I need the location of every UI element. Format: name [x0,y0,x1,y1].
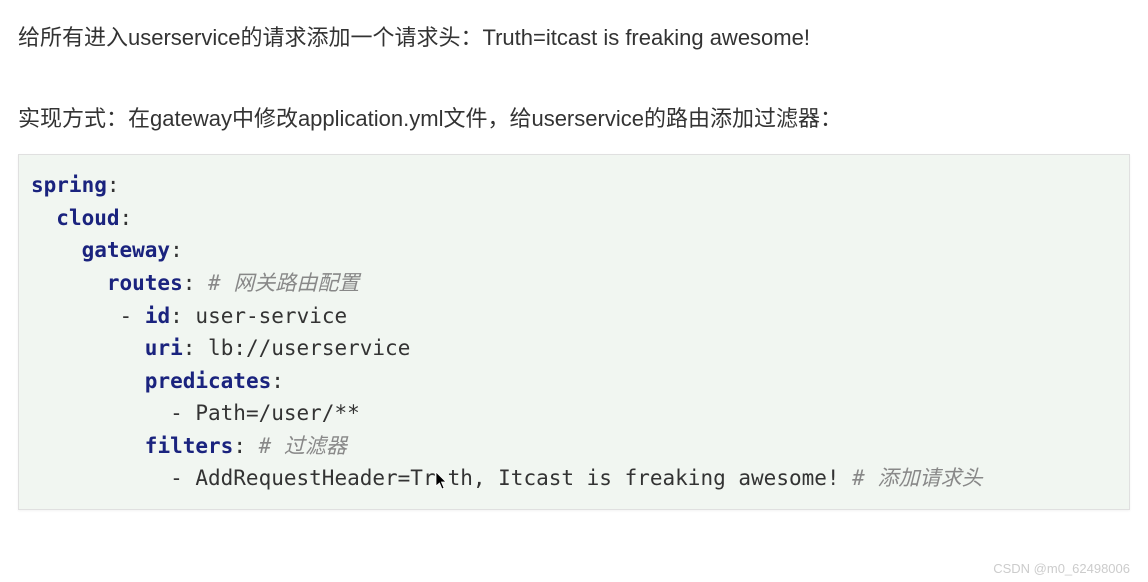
key-gateway: gateway [82,238,171,262]
mouse-cursor-icon [435,472,449,490]
colon: : [170,304,183,328]
colon: : [107,173,120,197]
value-uri: lb://userservice [208,336,410,360]
key-spring: spring [31,173,107,197]
key-uri: uri [145,336,183,360]
colon: : [183,271,196,295]
sub-heading-text: 实现方式：在gateway中修改application.yml文件，给users… [18,101,1130,136]
comment-filters: # 过滤器 [259,434,347,458]
colon: : [271,369,284,393]
value-filter-suffix: th, Itcast is freaking awesome! [448,466,853,490]
yaml-code-block: spring: cloud: gateway: routes: # 网关路由配置… [18,154,1130,509]
colon: : [183,336,196,360]
value-id: user-service [195,304,347,328]
key-routes: routes [107,271,183,295]
value-path: Path=/user/** [195,401,359,425]
key-cloud: cloud [56,206,119,230]
key-id: id [145,304,170,328]
dash: - [170,401,195,425]
comment-filter: # 添加请求头 [852,466,982,490]
colon: : [233,434,246,458]
colon: : [170,238,183,262]
colon: : [120,206,133,230]
heading-text: 给所有进入userservice的请求添加一个请求头：Truth=itcast … [18,20,1130,55]
comment-routes: # 网关路由配置 [208,271,359,295]
watermark-text: CSDN @m0_62498006 [993,561,1130,576]
value-filter-prefix: - AddRequestHeader=Tr [170,466,436,490]
key-predicates: predicates [145,369,271,393]
key-filters: filters [145,434,234,458]
dash: - [120,304,145,328]
